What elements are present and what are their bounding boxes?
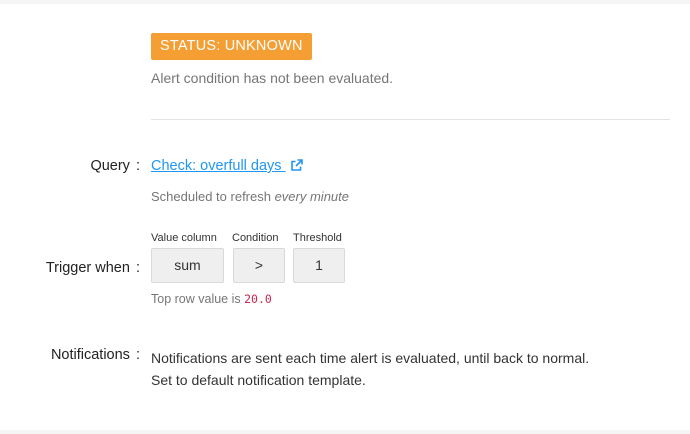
status-badge: STATUS: UNKNOWN xyxy=(151,33,312,60)
schedule-interval: every minute xyxy=(274,189,349,204)
threshold-label: Threshold xyxy=(293,232,342,244)
query-link-text[interactable]: Check: overfull days xyxy=(151,158,282,174)
status-description: Alert condition has not been evaluated. xyxy=(151,70,394,86)
external-link-icon[interactable] xyxy=(290,159,303,176)
notifications-line-2: Set to default notification template. xyxy=(151,372,366,388)
schedule-text: Scheduled to refresh every minute xyxy=(151,189,349,204)
top-row-value-code: 20.0 xyxy=(244,292,272,306)
section-divider xyxy=(151,119,670,120)
notifications-label: Notifications : xyxy=(50,347,140,363)
query-link[interactable]: Check: overfull days xyxy=(151,158,303,176)
top-row-value: Top row value is 20.0 xyxy=(151,292,272,306)
notifications-line-1: Notifications are sent each time alert i… xyxy=(151,350,590,366)
value-column-label: Value column xyxy=(151,232,217,244)
condition-label: Condition xyxy=(232,232,279,244)
notifications-description: Notifications are sent each time alert i… xyxy=(151,347,589,391)
query-label: Query : xyxy=(90,158,140,174)
threshold-field[interactable]: 1 xyxy=(293,248,345,283)
value-column-field[interactable]: sum xyxy=(151,248,224,283)
condition-field[interactable]: > xyxy=(233,248,285,283)
alert-card: STATUS: UNKNOWN Alert condition has not … xyxy=(0,4,690,430)
trigger-label: Trigger when : xyxy=(45,260,140,276)
